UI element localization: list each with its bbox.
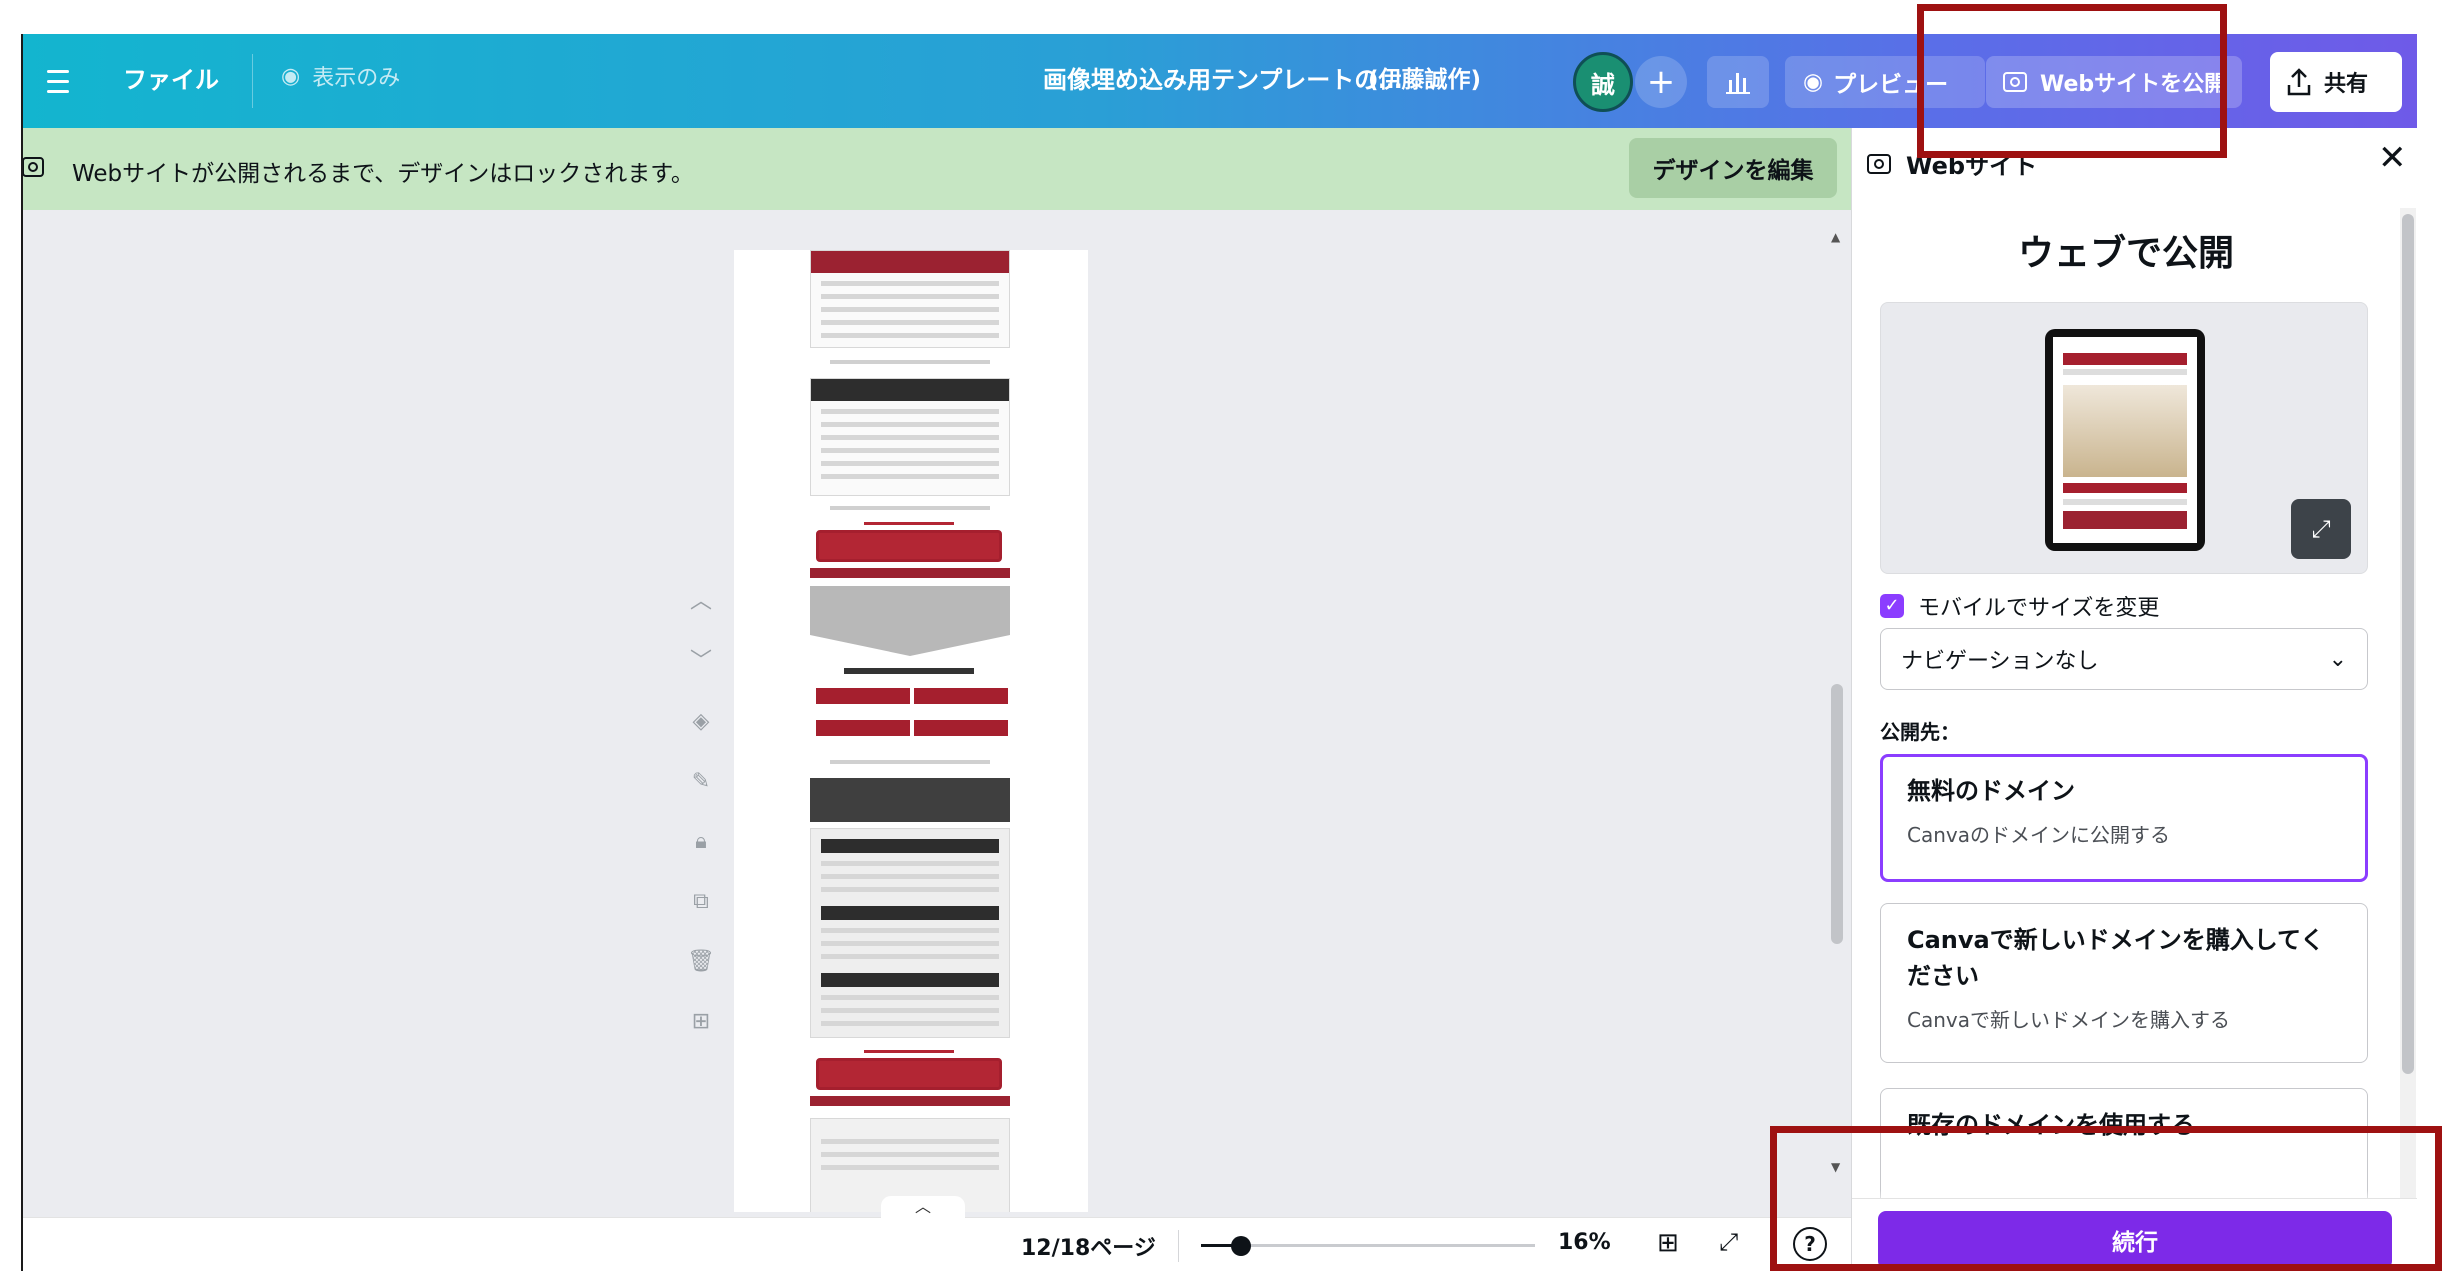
panel-title: ウェブで公開 [2017, 233, 2234, 274]
design-block [864, 522, 954, 525]
fullscreen-icon[interactable]: ⤢ [1719, 1228, 1738, 1256]
top-bar: ファイル ◉ 表示のみ 画像埋め込み用テンプレートの… (伊藤誠作) 誠 + ◉… [23, 34, 2417, 128]
scroll-thumb[interactable] [2402, 214, 2414, 1074]
design-block [810, 778, 1010, 822]
preview-label: プレビュー [1833, 72, 1949, 98]
trash-icon[interactable]: 🗑︎ [687, 950, 715, 974]
website-icon [1867, 153, 1891, 174]
preview-button[interactable]: ◉ プレビュー [1785, 56, 1985, 108]
design-block [810, 250, 1010, 348]
panel-footer: 続行 [1852, 1198, 2417, 1271]
website-icon [2003, 72, 2027, 92]
canvas-scrollbar[interactable]: ▲ ▼ [1827, 230, 1847, 1190]
design-block [810, 1096, 1010, 1106]
panel-scrollbar[interactable] [2400, 208, 2416, 1198]
chevron-up-icon[interactable]: ︿ [881, 1196, 965, 1218]
option-title: Canvaで新しいドメインを購入してください [1907, 926, 2325, 990]
zoom-level[interactable]: 16% [1558, 1230, 1611, 1255]
navigation-select[interactable]: ナビゲーションなし ⌄ [1880, 628, 2368, 690]
design-block [816, 720, 910, 736]
canva-editor: ファイル ◉ 表示のみ 画像埋め込み用テンプレートの… (伊藤誠作) 誠 + ◉… [21, 34, 2417, 1271]
option-title: 無料のドメイン [1907, 777, 2075, 805]
lock-banner-text: Webサイトが公開されるまで、デザインはロックされます。 [72, 161, 694, 187]
bottom-bar: ︿ 12/18ページ 16% ⊞ ⤢ ? [23, 1196, 1851, 1271]
scroll-up-icon[interactable]: ▲ [1831, 230, 1840, 244]
design-block [810, 586, 1010, 656]
design-block [810, 568, 1010, 578]
publish-label: Webサイトを公開 [2040, 72, 2227, 97]
document-owner: (伊藤誠作) [1368, 67, 1482, 93]
checkmark-icon[interactable]: ✓ [1880, 594, 1904, 618]
website-icon [23, 157, 44, 177]
design-block [830, 360, 990, 364]
edit-design-button[interactable]: デザインを編集 [1629, 138, 1837, 198]
panel-header-label: Webサイト [1906, 152, 2038, 180]
avatar[interactable]: 誠 [1573, 52, 1633, 112]
design-block [864, 1050, 954, 1053]
file-menu[interactable]: ファイル [123, 60, 219, 95]
design-block [830, 760, 990, 764]
scroll-down-icon[interactable]: ▼ [1831, 1160, 1840, 1174]
add-page-icon[interactable]: ⊞ [692, 1010, 710, 1034]
zoom-slider-knob[interactable] [1231, 1236, 1252, 1256]
design-block [810, 378, 1010, 496]
view-only-mode[interactable]: ◉ 表示のみ [281, 60, 400, 92]
view-only-label: 表示のみ [312, 66, 401, 91]
expand-icon[interactable]: ⤢ [2291, 499, 2351, 559]
share-label: 共有 [2324, 72, 2369, 97]
divider [252, 54, 253, 108]
upload-icon [2287, 68, 2311, 96]
help-button[interactable]: ? [1793, 1227, 1827, 1261]
design-block [914, 688, 1008, 704]
add-collaborator-button[interactable]: + [1635, 56, 1687, 108]
chevron-down-icon[interactable]: ﹀ [690, 650, 712, 674]
duplicate-icon[interactable]: ⧉ [693, 890, 709, 914]
option-subtitle: Canvaのドメインに公開する [1907, 823, 2170, 847]
design-block [914, 720, 1008, 736]
mobile-resize-label: モバイルでサイズを変更 [1918, 596, 2160, 621]
zoom-slider[interactable] [1201, 1236, 1535, 1256]
option-subtitle: Canvaで新しいドメインを購入する [1907, 1008, 2230, 1032]
scroll-thumb[interactable] [1831, 684, 1843, 944]
eye-icon: ◉ [1803, 69, 1824, 95]
design-block [844, 668, 974, 674]
page-indicator[interactable]: 12/18ページ [1021, 1230, 1156, 1262]
chevron-down-icon: ⌄ [2328, 646, 2347, 672]
menu-icon[interactable] [37, 60, 79, 102]
chevron-up-icon[interactable]: ︿ [690, 590, 712, 614]
design-block [830, 506, 990, 510]
design-block [816, 1058, 1002, 1090]
mobile-resize-checkbox[interactable]: ✓ モバイルでサイズを変更 [1880, 590, 2159, 622]
tablet-mockup [2045, 329, 2205, 551]
continue-button[interactable]: 続行 [1878, 1211, 2392, 1269]
insights-button[interactable] [1707, 56, 1769, 108]
option-title: 既存のドメインを使用する [1907, 1111, 2195, 1139]
option-buy-domain[interactable]: Canvaで新しいドメインを購入してください Canvaで新しいドメインを購入す… [1880, 903, 2368, 1063]
panel-header: Webサイト [1866, 146, 2037, 181]
eye-icon: ◉ [281, 63, 301, 89]
design-block [816, 530, 1002, 562]
design-block [810, 828, 1010, 1038]
option-free-domain[interactable]: 無料のドメイン Canvaのドメインに公開する [1880, 754, 2368, 882]
publish-to-label: 公開先： [1880, 720, 1960, 744]
hide-icon[interactable]: ◈ [693, 710, 710, 734]
note-icon[interactable]: ✎ [692, 770, 710, 794]
design-block [816, 688, 910, 704]
canvas-area: ︿ ﹀ ◈ ✎ 🔒︎ ⧉ 🗑︎ ⊞ ▲ ▼ [23, 210, 1851, 1217]
divider [1178, 1230, 1179, 1262]
navigation-select-value: ナビゲーションなし [1901, 649, 2099, 674]
page-thumbnail[interactable] [734, 250, 1088, 1212]
website-publish-panel: Webサイト ✕ ウェブで公開 ⤢ ✓ モバイルでサイズを変更 ナビゲーションな… [1851, 128, 2417, 1271]
mobile-preview: ⤢ [1880, 302, 2368, 574]
close-icon[interactable]: ✕ [2378, 138, 2407, 178]
document-title[interactable]: 画像埋め込み用テンプレートの… [1043, 60, 1402, 95]
page-tools: ︿ ﹀ ◈ ✎ 🔒︎ ⧉ 🗑︎ ⊞ [681, 590, 721, 1034]
publish-website-button[interactable]: Webサイトを公開 [1986, 56, 2242, 108]
grid-view-icon[interactable]: ⊞ [1657, 1228, 1679, 1258]
bar-chart-icon [1726, 73, 1750, 94]
lock-banner: Webサイトが公開されるまで、デザインはロックされます。 デザインを編集 [23, 128, 1851, 210]
share-button[interactable]: 共有 [2270, 52, 2402, 112]
lock-icon[interactable]: 🔒︎ [695, 830, 707, 854]
